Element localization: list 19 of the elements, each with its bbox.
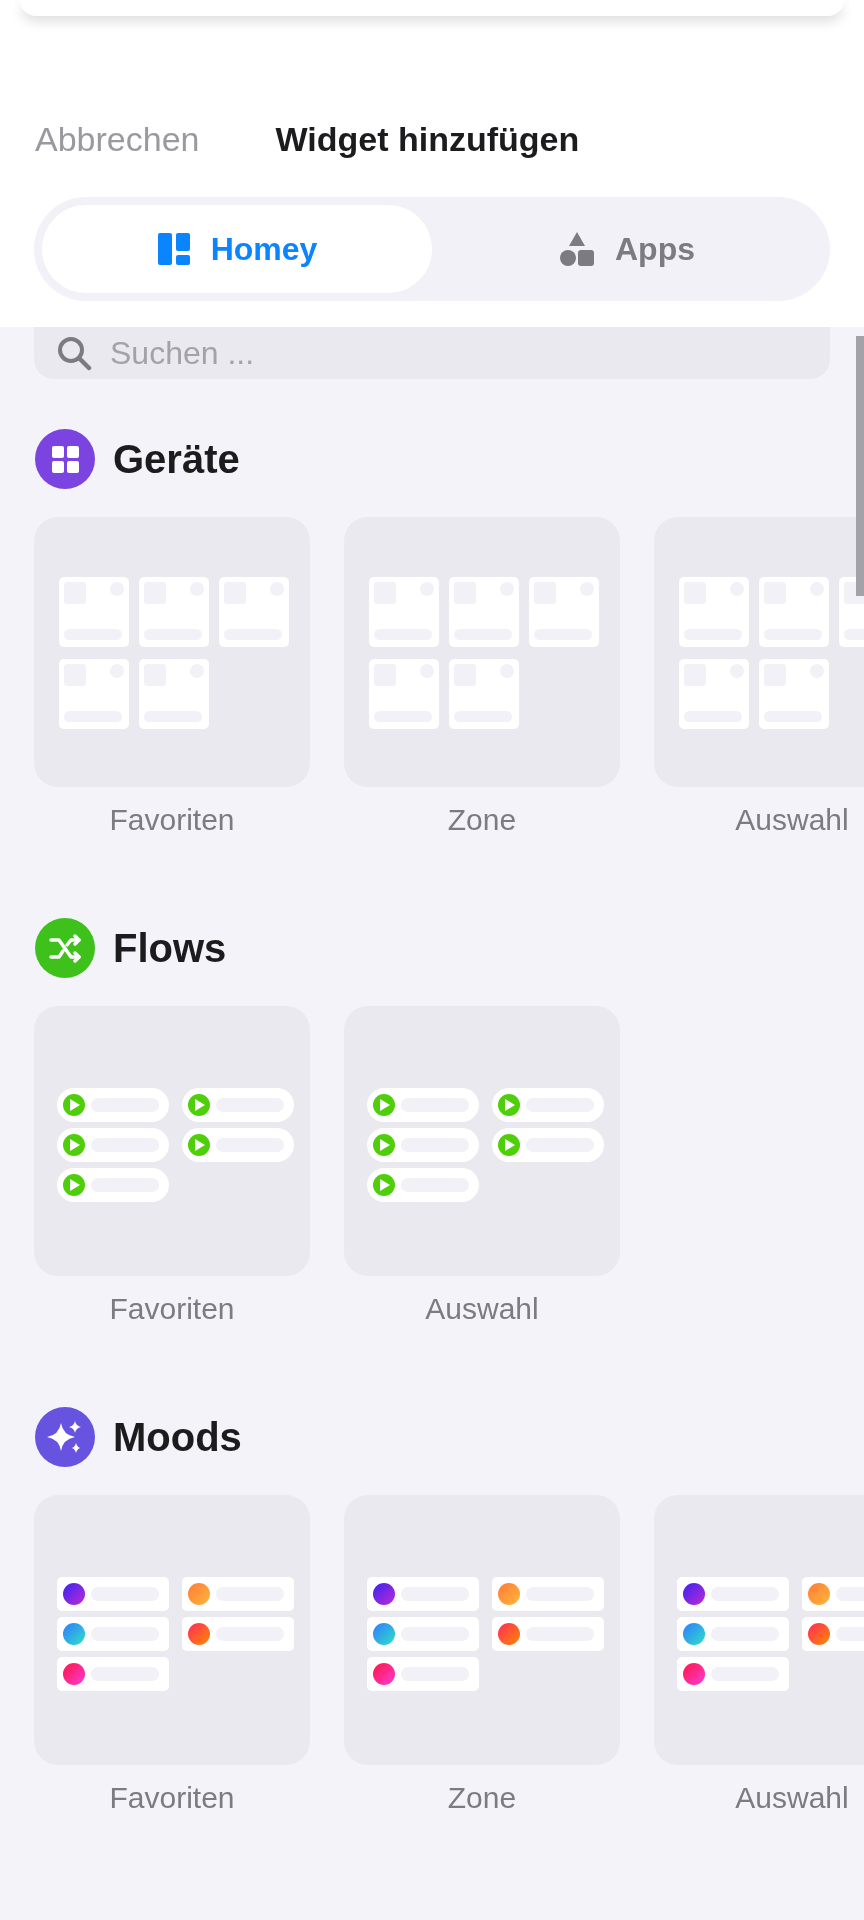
widget-label: Zone bbox=[447, 802, 517, 838]
widget-label: Auswahl bbox=[735, 802, 849, 838]
segment-tab[interactable]: Homey bbox=[42, 205, 432, 293]
widget-label: Auswahl bbox=[425, 1291, 539, 1327]
widget-label: Favoriten bbox=[109, 1780, 235, 1816]
section-title: Geräte bbox=[113, 436, 240, 483]
dashboard-icon bbox=[156, 232, 191, 266]
section-title: Flows bbox=[113, 925, 227, 972]
widget-label: Auswahl bbox=[735, 1780, 849, 1816]
search-icon bbox=[56, 335, 92, 371]
shapes-icon bbox=[559, 231, 595, 267]
widget-label: Favoriten bbox=[109, 802, 235, 838]
section-title: Moods bbox=[113, 1414, 242, 1461]
segment-tab[interactable]: Apps bbox=[432, 205, 822, 293]
widget-label: Favoriten bbox=[109, 1291, 235, 1327]
page-title: Widget hinzufügen bbox=[275, 119, 580, 160]
search-field[interactable]: Suchen ... bbox=[34, 327, 830, 379]
widget-label: Zone bbox=[447, 1780, 517, 1816]
cancel-button[interactable]: Abbrechen bbox=[35, 114, 200, 165]
